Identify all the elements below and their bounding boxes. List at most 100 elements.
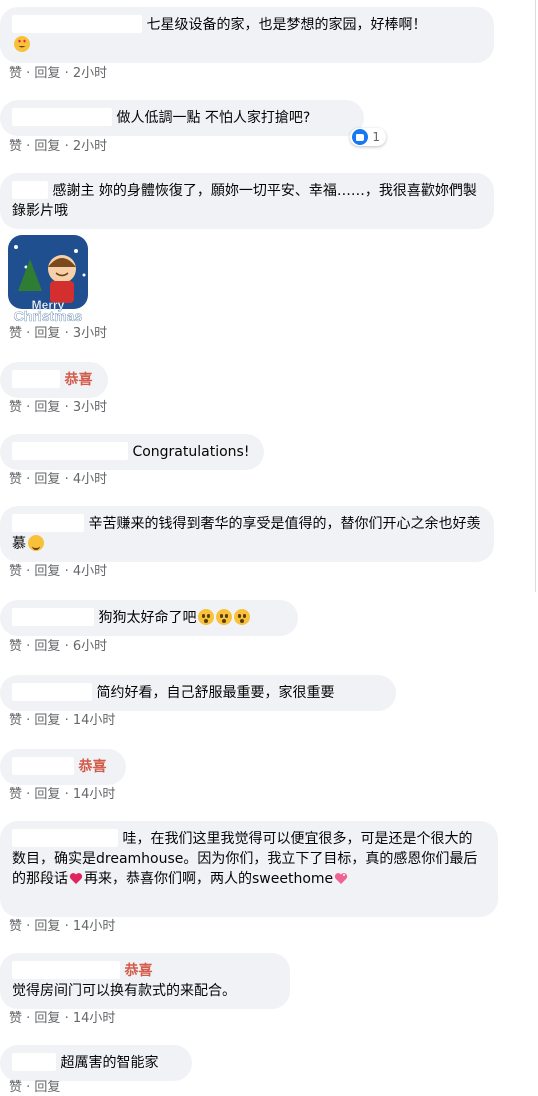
reply-button[interactable]: 回复 [34,639,60,654]
timestamp[interactable]: 2小时 [73,66,107,81]
comment-text: 简约好看，自己舒服最重要，家很重要 [96,685,335,701]
timestamp[interactable]: 3小时 [73,400,107,415]
timestamp[interactable]: 14小时 [73,919,116,934]
red-heart-emoji-icon [69,873,83,884]
hushed-face-emoji-icon [216,609,233,625]
commenter-name[interactable] [12,683,92,701]
comment-actions: 赞 · 回复 · 3小时 [9,400,108,415]
comment-text: 做人低調一點 不怕人家打搶吧? [116,110,311,126]
comment-bubble: 超厲害的智能家 [0,1045,192,1081]
commenter-name[interactable] [12,961,120,979]
comment-text: 狗狗太好命了吧 [98,610,197,626]
timestamp[interactable]: 4小时 [73,564,107,579]
timestamp[interactable]: 14小时 [73,787,116,802]
like-button[interactable]: 赞 [9,1011,22,1026]
comment-actions: 赞 · 回复 · 14小时 [9,787,116,802]
comment-actions: 赞 · 回复 · 6小时 [9,639,108,654]
comment: 哇，在我们这里我觉得可以便宜很多，可是还是个很大的数目，确实是dreamhous… [0,821,498,917]
comment-text: 超厲害的智能家 [60,1055,159,1071]
comment-actions: 赞 · 回复 · 2小时 [9,139,108,154]
commenter-name[interactable] [12,514,84,532]
comment-actions: 赞 · 回复 · 2小时 [9,66,108,81]
like-button[interactable]: 赞 [9,919,22,934]
like-button[interactable]: 赞 [9,400,22,415]
reaction-count[interactable]: 1 [350,128,386,146]
comment: 恭喜 [0,749,126,785]
christmas-sticker: Merry Christmas [8,235,88,323]
comment-actions: 赞 · 回复 · 14小时 [9,919,116,934]
commenter-name[interactable] [12,108,112,126]
commenter-name[interactable] [12,829,118,847]
comment: 恭喜 觉得房间门可以换有款式的来配合。 [0,953,290,1009]
commenter-name[interactable] [12,757,74,775]
reply-button[interactable]: 回复 [34,326,60,341]
comment-bubble: 狗狗太好命了吧 [0,600,298,636]
like-button[interactable]: 赞 [9,713,22,728]
comment-bubble: 做人低調一點 不怕人家打搶吧? 1 [0,100,386,146]
comment-bubble: 七星级设备的家，也是梦想的家园，好棒啊！ [0,7,494,63]
like-button[interactable]: 赞 [9,564,22,579]
reply-button[interactable]: 回复 [34,66,60,81]
reply-button[interactable]: 回复 [34,472,60,487]
comment-actions: 赞 · 回复 · 4小时 [9,472,108,487]
hushed-face-emoji-icon [234,609,251,625]
comment-bubble: 恭喜 觉得房间门可以换有款式的来配合。 [0,953,290,1009]
reply-button[interactable]: 回复 [34,564,60,579]
comment-bubble: 恭喜 [0,749,126,785]
comment-actions: 赞 · 回复 · 14小时 [9,713,116,728]
comment: 超厲害的智能家 [0,1045,192,1081]
reply-button[interactable]: 回复 [34,1011,60,1026]
comment: 辛苦赚来的钱得到奢华的享受是值得的，替你们开心之余也好羡慕 [0,506,494,562]
like-button[interactable]: 赞 [9,639,22,654]
timestamp[interactable]: 3小时 [73,326,107,341]
like-button[interactable]: 赞 [9,1080,22,1095]
comment-actions: 赞 · 回复 · 14小时 [9,1011,116,1026]
comment-text: 恭喜 [64,372,93,388]
comment: 狗狗太好命了吧 [0,600,298,636]
timestamp[interactable]: 4小时 [73,472,107,487]
comment-bubble: 恭喜 [0,362,108,398]
sticker-text-christmas: Christmas [14,308,83,323]
comment: Congratulations! [0,434,264,470]
commenter-name[interactable] [12,1053,56,1071]
commenter-name[interactable] [12,442,128,460]
comment-text: 恭喜 [78,759,107,775]
sparkling-heart-emoji-icon [335,873,348,884]
commenter-name[interactable] [12,608,94,626]
comment-bubble: Congratulations! [0,434,264,470]
reply-button[interactable]: 回复 [34,139,60,154]
commenter-name[interactable] [12,15,142,33]
commenter-name[interactable] [12,370,60,388]
comment-actions: 赞 · 回复 · 4小时 [9,564,108,579]
heart-eyes-emoji-icon [14,36,30,52]
comment-text: 感謝主 妳的身體恢復了，願妳一切平安、幸福……，我很喜歡妳們製錄影片哦 [12,183,477,219]
smiling-face-emoji-icon [28,535,44,551]
reply-button[interactable]: 回复 [34,919,60,934]
commenter-name[interactable] [12,181,48,199]
reply-button[interactable]: 回复 [34,713,60,728]
scroll-divider [535,0,536,592]
timestamp[interactable]: 14小时 [73,1011,116,1026]
comment-text: Congratulations! [132,444,250,460]
comment-text: 觉得房间门可以换有款式的来配合。 [12,983,236,999]
comment-bubble: 辛苦赚来的钱得到奢华的享受是值得的，替你们开心之余也好羡慕 [0,506,494,562]
comment-bubble: 感謝主 妳的身體恢復了，願妳一切平安、幸福……，我很喜歡妳們製錄影片哦 [0,173,494,229]
like-reaction-icon [352,129,369,145]
like-button[interactable]: 赞 [9,66,22,81]
timestamp[interactable]: 6小时 [73,639,107,654]
reply-button[interactable]: 回复 [34,400,60,415]
comment-highlight: 恭喜 [124,963,153,979]
comment-text: 七星级设备的家，也是梦想的家园，好棒啊！ [146,17,427,33]
timestamp[interactable]: 14小时 [73,713,116,728]
comment: 七星级设备的家，也是梦想的家园，好棒啊！ [0,7,494,63]
timestamp[interactable]: 2小时 [73,139,107,154]
like-button[interactable]: 赞 [9,472,22,487]
reply-button[interactable]: 回复 [34,787,60,802]
like-button[interactable]: 赞 [9,139,22,154]
comment: 做人低調一點 不怕人家打搶吧? 1 [0,100,386,146]
like-button[interactable]: 赞 [9,787,22,802]
like-button[interactable]: 赞 [9,326,22,341]
comment-actions: 赞 · 回复 · 3小时 [9,326,108,341]
comment: 感謝主 妳的身體恢復了，願妳一切平安、幸福……，我很喜歡妳們製錄影片哦 [0,173,494,229]
reply-button[interactable]: 回复 [34,1080,60,1095]
